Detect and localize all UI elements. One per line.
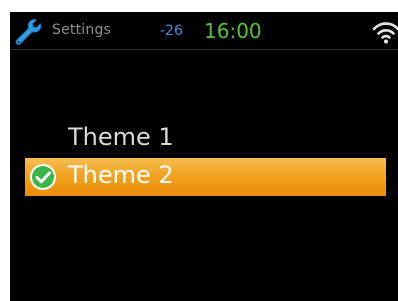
wifi-icon[interactable] bbox=[372, 19, 398, 45]
clock-time: 16:00 bbox=[204, 19, 262, 43]
theme-item-1[interactable]: Theme 1 bbox=[25, 120, 386, 158]
signal-value: -26 bbox=[160, 23, 183, 39]
wrench-icon[interactable] bbox=[14, 17, 44, 47]
theme-list: Theme 1 Theme 2 bbox=[10, 120, 398, 196]
device-screen: Settings -26 16:00 Theme 1 Theme 2 bbox=[10, 12, 398, 301]
app-title: Settings bbox=[52, 22, 112, 38]
check-icon bbox=[29, 163, 57, 191]
theme-item-label: Theme 1 bbox=[68, 123, 174, 151]
theme-item-2[interactable]: Theme 2 bbox=[25, 158, 386, 196]
theme-item-label: Theme 2 bbox=[68, 161, 174, 189]
status-bar: Settings -26 16:00 bbox=[10, 12, 398, 50]
